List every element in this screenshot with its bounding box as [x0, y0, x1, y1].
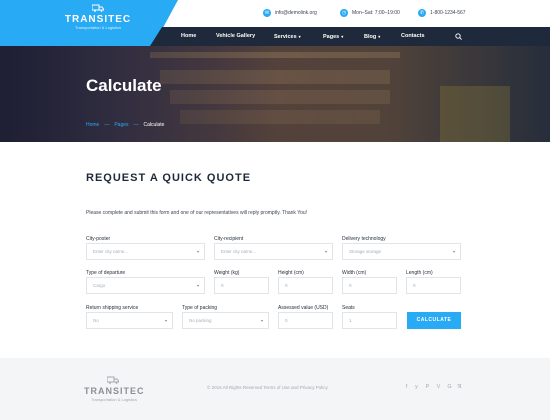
- email-text[interactable]: info@demolink.org: [275, 10, 317, 16]
- breadcrumb-current: Calculate: [143, 122, 165, 128]
- chevron-down-icon: ▾: [378, 34, 381, 39]
- form-intro: Please complete and submit this form and…: [86, 210, 308, 216]
- footer-divider: [0, 350, 350, 358]
- rss-icon[interactable]: ℜ: [456, 384, 463, 391]
- chevron-down-icon: ▾: [324, 249, 327, 254]
- seats-input[interactable]: 1: [342, 312, 397, 329]
- phone-icon: ✆: [418, 9, 426, 17]
- packing-type-select[interactable]: No packing ▾: [182, 312, 269, 329]
- chevron-down-icon: ▾: [260, 318, 263, 323]
- chevron-down-icon: ▾: [341, 34, 344, 39]
- footer-tagline: Transportation & Logistics: [90, 397, 138, 402]
- nav-pages[interactable]: Pages ▾: [323, 27, 343, 46]
- assessed-value-label: Assessed value (USD): [278, 305, 329, 311]
- page-title: Calculate: [86, 76, 162, 95]
- brand-tagline: Transportation & Logistics: [74, 25, 122, 30]
- nav-home[interactable]: Home: [181, 27, 196, 46]
- clock-icon: ◷: [340, 9, 348, 17]
- nav-vehicle-gallery[interactable]: Vehicle Gallery: [216, 27, 255, 46]
- weight-input[interactable]: 0: [214, 277, 269, 294]
- breadcrumb-home[interactable]: Home: [86, 122, 99, 128]
- chevron-down-icon: ▾: [164, 318, 167, 323]
- hero-banner: [0, 46, 550, 142]
- city-poster-select[interactable]: Enter city name... ▾: [86, 243, 205, 260]
- return-shipping-label: Return shipping service: [86, 305, 139, 311]
- width-label: Width (cm): [342, 270, 367, 276]
- breadcrumb: Home — Pages — Calculate: [86, 122, 164, 128]
- city-recipient-label: City-recipient: [214, 236, 244, 242]
- truck-icon: [107, 376, 119, 384]
- departure-type-label: Type of departure: [86, 270, 126, 276]
- facebook-icon[interactable]: f: [403, 384, 410, 391]
- copyright-text[interactable]: © 2016 All Rights Reserved Terms of Use …: [207, 385, 328, 390]
- calculate-button[interactable]: CALCULATE: [407, 312, 461, 329]
- pinterest-icon[interactable]: P: [424, 384, 431, 391]
- breadcrumb-separator: —: [104, 122, 110, 128]
- vimeo-icon[interactable]: V: [435, 384, 442, 391]
- breadcrumb-pages[interactable]: Pages: [114, 122, 128, 128]
- breadcrumb-separator: —: [133, 122, 139, 128]
- width-input[interactable]: 0: [342, 277, 397, 294]
- nav-blog[interactable]: Blog ▾: [364, 27, 380, 46]
- twitter-icon[interactable]: y: [413, 384, 420, 391]
- return-shipping-select[interactable]: No ▾: [86, 312, 173, 329]
- weight-label: Weight (kg): [214, 270, 240, 276]
- delivery-technology-select[interactable]: Storage storage ▾: [342, 243, 461, 260]
- form-title: REQUEST A QUICK QUOTE: [86, 172, 252, 184]
- chevron-down-icon: ▾: [298, 34, 301, 39]
- city-poster-label: City-poster: [86, 236, 111, 242]
- contact-email[interactable]: ✉ info@demolink.org: [263, 8, 317, 18]
- length-label: Length (cm): [406, 270, 433, 276]
- contact-hours: ◷ Mon–Sat: 7:00–19:00: [340, 8, 400, 18]
- google-icon[interactable]: G: [446, 384, 453, 391]
- main-nav: [150, 27, 550, 46]
- mail-icon: ✉: [263, 9, 271, 17]
- chevron-down-icon: ▾: [196, 249, 199, 254]
- contact-phone[interactable]: ✆ 1-800-1234-567: [418, 8, 466, 18]
- height-label: Height (cm): [278, 270, 304, 276]
- delivery-technology-label: Delivery technology: [342, 236, 386, 242]
- truck-icon: [92, 4, 104, 12]
- height-input[interactable]: 0: [278, 277, 333, 294]
- departure-type-select[interactable]: Cargo ▾: [86, 277, 205, 294]
- seats-label: Seats: [342, 305, 355, 311]
- chevron-down-icon: ▾: [196, 283, 199, 288]
- nav-contacts[interactable]: Contacts: [401, 27, 425, 46]
- nav-services[interactable]: Services ▾: [274, 27, 301, 46]
- hours-text: Mon–Sat: 7:00–19:00: [352, 10, 400, 16]
- city-recipient-select[interactable]: Enter city name... ▾: [214, 243, 333, 260]
- assessed-value-input[interactable]: 0: [278, 312, 333, 329]
- phone-text[interactable]: 1-800-1234-567: [430, 10, 466, 16]
- packing-type-label: Type of packing: [182, 305, 218, 311]
- brand-logo[interactable]: TRANSITEC: [64, 14, 132, 25]
- chevron-down-icon: ▾: [452, 249, 455, 254]
- search-icon[interactable]: [455, 33, 462, 40]
- length-input[interactable]: 0: [406, 277, 461, 294]
- footer-brand[interactable]: TRANSITEC: [84, 386, 144, 396]
